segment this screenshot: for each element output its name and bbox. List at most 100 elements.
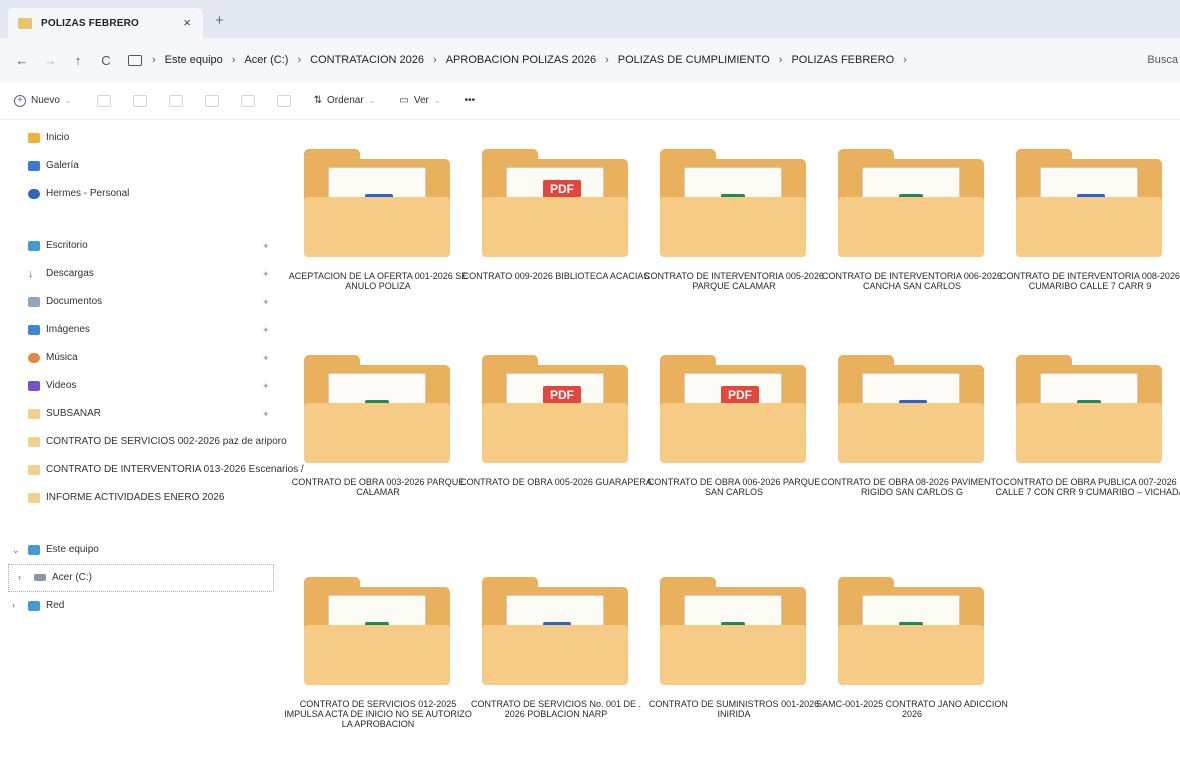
breadcrumb-item[interactable]: Este equipo	[165, 54, 223, 66]
sidebar-item-imagenes[interactable]: Imágenes	[28, 324, 90, 335]
breadcrumb-separator[interactable]: ›	[433, 54, 437, 66]
paste-icon[interactable]	[168, 94, 183, 107]
sidebar-item-label: Inicio	[46, 132, 70, 143]
pictures-icon	[28, 324, 40, 335]
sidebar-item-contrato-interventoria[interactable]: CONTRATO DE INTERVENTORIA 013-2026 Escen…	[28, 464, 304, 475]
close-icon[interactable]: ×	[183, 15, 191, 30]
breadcrumb-separator[interactable]: ›	[779, 54, 783, 66]
drive-icon	[34, 574, 46, 581]
music-icon	[28, 352, 40, 363]
folder-name: CONTRATO DE OBRA PUBLICA 007-2026 CALLE …	[995, 477, 1180, 497]
folder-front	[304, 403, 450, 463]
new-tab-button[interactable]: +	[215, 12, 224, 29]
chevron-right-icon[interactable]: ›	[12, 600, 15, 610]
pin-icon[interactable]: ✦	[262, 353, 270, 364]
sidebar-item-label: INFORME ACTIVIDADES ENERO 2026	[46, 492, 225, 503]
refresh-button[interactable]: C	[92, 53, 120, 68]
monitor-icon	[128, 54, 142, 66]
chevron-right-icon[interactable]: ›	[18, 572, 21, 582]
desktop-icon	[28, 240, 40, 251]
sidebar-item-label: CONTRATO DE INTERVENTORIA 013-2026 Escen…	[46, 464, 304, 475]
pin-icon[interactable]: ✦	[262, 381, 270, 392]
share-icon[interactable]	[240, 94, 255, 107]
breadcrumb-item[interactable]: Acer (C:)	[244, 54, 288, 66]
pin-icon[interactable]: ✦	[262, 325, 270, 336]
pdf-icon: PDF	[543, 180, 581, 198]
breadcrumb-separator: ›	[152, 54, 156, 66]
copy-icon[interactable]	[132, 94, 147, 107]
documents-icon	[28, 296, 40, 307]
plus-icon: +	[14, 94, 26, 107]
pin-icon[interactable]: ✦	[262, 409, 270, 420]
back-button[interactable]: ←	[8, 53, 36, 68]
view-icon: ▭	[399, 95, 409, 106]
sidebar-item-label: Música	[46, 352, 78, 363]
chevron-down-icon: ⌄	[433, 96, 441, 105]
folder-icon: X	[304, 355, 450, 467]
sidebar-item-label: Red	[46, 600, 65, 611]
sidebar-item-escritorio[interactable]: Escritorio	[28, 240, 88, 251]
folder-icon	[28, 492, 40, 503]
folder-front	[838, 625, 984, 685]
chevron-down-icon: ⌄	[368, 96, 376, 105]
pin-icon[interactable]: ✦	[262, 269, 270, 280]
sidebar-item-label: Este equipo	[46, 544, 99, 555]
sidebar-item-videos[interactable]: Videos	[28, 380, 76, 391]
folder-grid: W ACEPTACION DE LA OFERTA 001-2026 SE ANU…	[282, 121, 1180, 769]
tab-polizas-febrero[interactable]: POLIZAS FEBRERO ×	[8, 8, 203, 38]
folder-name: CONTRATO DE INTERVENTORIA 006-2026 CANCH…	[822, 271, 1002, 291]
pin-icon[interactable]: ✦	[262, 241, 270, 252]
folder-name: CONTRATO DE INTERVENTORIA 005-2026 PARQU…	[644, 271, 824, 291]
view-label: Ver	[413, 95, 429, 106]
breadcrumb-item[interactable]: POLIZAS DE CUMPLIMIENTO	[618, 54, 770, 66]
breadcrumb-separator[interactable]: ›	[297, 54, 301, 66]
sidebar-item-este-equipo[interactable]: Este equipo	[28, 544, 99, 555]
sidebar-item-subsanar[interactable]: SUBSANAR	[28, 408, 101, 419]
sidebar-item-red[interactable]: Red	[28, 600, 64, 611]
chevron-down-icon[interactable]: ⌄	[12, 545, 20, 556]
sidebar-item-label: Acer (C:)	[52, 572, 92, 583]
navigation-pane: Inicio Galería Hermes - Personal Escrito…	[0, 120, 304, 769]
delete-icon[interactable]	[276, 94, 291, 107]
rename-icon[interactable]	[204, 94, 219, 107]
sidebar-item-documentos[interactable]: Documentos	[28, 296, 102, 307]
sidebar-item-drive-c[interactable]: Acer (C:)	[34, 572, 92, 583]
breadcrumb-item[interactable]: POLIZAS FEBRERO	[791, 54, 894, 66]
sidebar-item-onedrive[interactable]: Hermes - Personal	[28, 188, 129, 199]
sidebar-item-label: Imágenes	[46, 324, 90, 335]
folder-icon	[28, 408, 40, 419]
address-bar: ← → ↑ C › Este equipo › Acer (C:) › CONT…	[0, 38, 1180, 82]
new-button[interactable]: + Nuevo ⌄	[14, 94, 72, 107]
breadcrumb-separator[interactable]: ›	[605, 54, 609, 66]
breadcrumb-item[interactable]: APROBACION POLIZAS 2026	[446, 54, 596, 66]
sidebar-item-contrato-servicios[interactable]: CONTRATO DE SERVICIOS 002-2026 paz de ar…	[28, 436, 287, 447]
folder-front	[304, 197, 450, 257]
folder-name: CONTRATO DE OBRA 006-2026 PARQUE SAN CAR…	[647, 477, 821, 497]
search-input[interactable]: Busca	[1140, 46, 1180, 74]
folder-front	[1016, 197, 1162, 257]
up-button[interactable]: ↑	[64, 53, 92, 68]
sidebar-item-label: Documentos	[46, 296, 103, 307]
breadcrumb-separator[interactable]: ›	[232, 54, 236, 66]
gallery-icon	[28, 160, 40, 171]
folder-icon: X	[838, 149, 984, 261]
pdf-icon: PDF	[721, 386, 759, 404]
cut-icon[interactable]	[96, 94, 111, 107]
folder-name: CONTRATO DE SERVICIOS No. 001 DE . 2026 …	[470, 699, 642, 719]
sort-label: Ordenar	[327, 95, 364, 106]
breadcrumb-item[interactable]: CONTRATACION 2026	[310, 54, 424, 66]
more-options-button[interactable]: •••	[465, 95, 476, 106]
forward-button[interactable]: →	[36, 53, 64, 68]
computer-icon	[28, 544, 40, 555]
view-button[interactable]: ▭ Ver ⌄	[399, 95, 440, 106]
breadcrumb-separator[interactable]: ›	[903, 54, 907, 66]
sidebar-item-musica[interactable]: Música	[28, 352, 78, 363]
sidebar-item-informe[interactable]: INFORME ACTIVIDADES ENERO 2026	[28, 492, 224, 503]
sort-button[interactable]: ⇅ Ordenar ⌄	[314, 95, 376, 106]
sidebar-item-descargas[interactable]: ↓ Descargas	[28, 268, 94, 279]
folder-icon	[28, 436, 40, 447]
folder-name: SAMC-001-2025 CONTRATO JANO ADICCION 202…	[816, 699, 1008, 719]
pin-icon[interactable]: ✦	[262, 297, 270, 308]
sidebar-item-galeria[interactable]: Galería	[28, 160, 79, 171]
sidebar-item-inicio[interactable]: Inicio	[28, 132, 69, 143]
